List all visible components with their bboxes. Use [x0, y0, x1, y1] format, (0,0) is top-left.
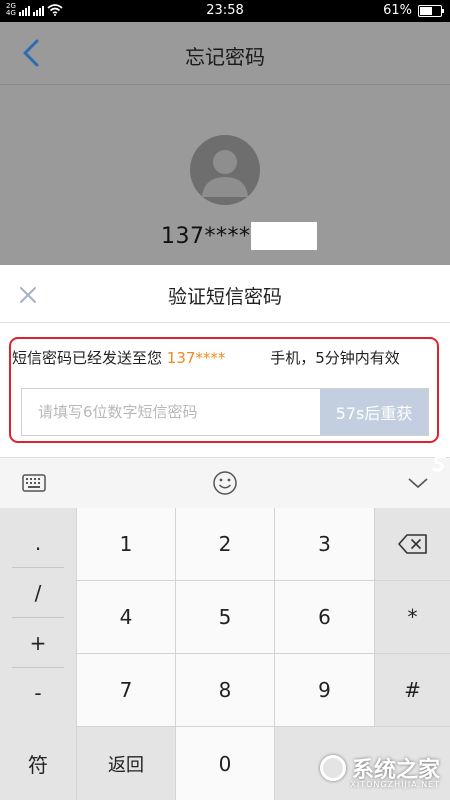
key-slash[interactable]: /	[12, 568, 64, 618]
page-title: 忘记密码	[185, 45, 265, 69]
battery-percent: 61%	[383, 3, 412, 18]
key-0[interactable]: 0	[176, 727, 274, 800]
key-8[interactable]: 8	[176, 654, 274, 726]
numeric-keyboard: . / + - 1 2 3 4 5 6 7 8 9 符 返回 0 * # 系统之…	[0, 508, 450, 800]
redaction-box	[250, 222, 317, 250]
watermark-subtext: XITONGZHIJIA.NET	[350, 780, 440, 789]
keyboard-icon[interactable]	[18, 468, 50, 498]
key-3[interactable]: 3	[275, 508, 374, 580]
backspace-icon[interactable]	[375, 508, 450, 580]
key-asterisk[interactable]: *	[375, 581, 450, 653]
nav-bar: 忘记密码	[0, 22, 450, 84]
key-5[interactable]: 5	[176, 581, 274, 653]
battery-icon	[418, 5, 444, 17]
key-6[interactable]: 6	[275, 581, 374, 653]
key-minus[interactable]: -	[12, 668, 64, 718]
message-suffix: 手机，5分钟内有效	[270, 349, 400, 367]
dialog-title: 验证短信密码	[167, 286, 282, 308]
sms-code-row: 57s后重获	[21, 388, 429, 436]
nav-divider	[0, 84, 450, 85]
sms-code-input[interactable]	[22, 389, 320, 435]
watermark: 系统之家 XITONGZHIJIA.NET	[319, 752, 440, 789]
status-bar: 2G 4G 23:58 61%	[0, 0, 450, 22]
verify-sms-dialog: 验证短信密码 短信密码已经发送至您 137**** 手机，5分钟内有效 57s后…	[0, 265, 450, 457]
key-1[interactable]: 1	[77, 508, 175, 580]
key-hash[interactable]: #	[375, 654, 450, 726]
keyboard-toolbar	[0, 457, 450, 508]
forgot-password-page: 忘记密码 137****	[0, 22, 450, 265]
phone-number-masked: 137****	[161, 223, 251, 249]
account-phone: 137****	[161, 222, 317, 250]
symbol-key[interactable]: 符	[0, 727, 76, 800]
key-4[interactable]: 4	[77, 581, 175, 653]
message-phone: 137****	[166, 349, 226, 367]
key-dot[interactable]: .	[12, 518, 64, 568]
user-avatar-icon	[190, 135, 260, 205]
key-7[interactable]: 7	[77, 654, 175, 726]
watermark-logo-icon	[319, 755, 346, 781]
watermark-s-icon	[431, 455, 447, 472]
message-prefix: 短信密码已经发送至您	[12, 349, 163, 367]
key-2[interactable]: 2	[176, 508, 274, 580]
key-9[interactable]: 9	[275, 654, 374, 726]
key-plus[interactable]: +	[12, 618, 64, 668]
return-key[interactable]: 返回	[77, 727, 175, 800]
sms-sent-message: 短信密码已经发送至您 137**** 手机，5分钟内有效	[12, 347, 442, 368]
emoji-icon[interactable]	[209, 468, 241, 498]
dialog-header: 验证短信密码	[0, 265, 450, 323]
resend-button[interactable]: 57s后重获	[320, 389, 428, 435]
